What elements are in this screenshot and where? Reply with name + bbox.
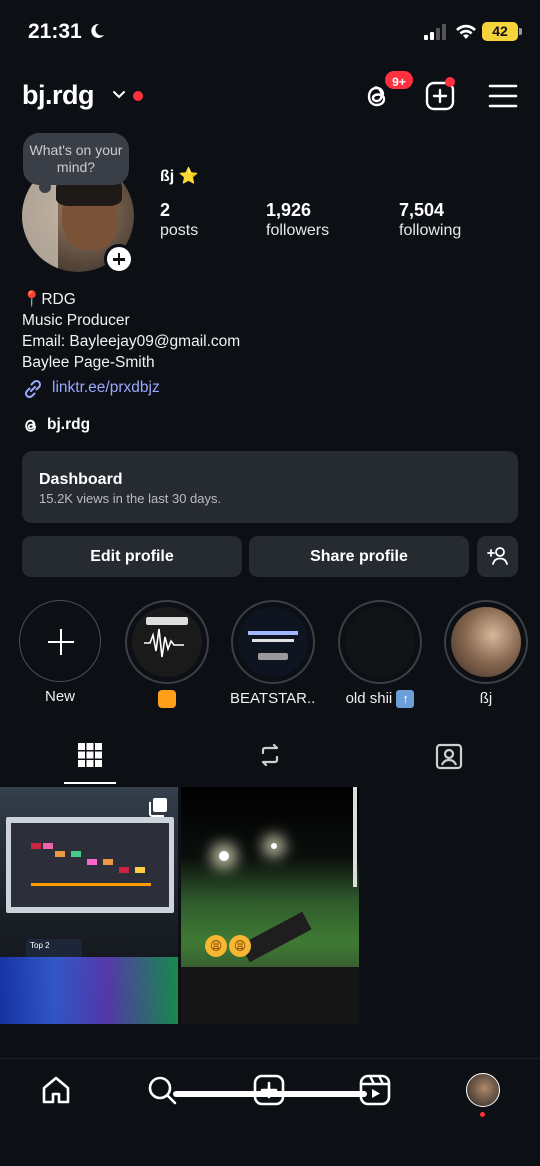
multiple-photos-icon [149, 798, 167, 817]
create-dot [445, 77, 455, 87]
bio-line-email: Email: Bayleejay09@gmail.com [22, 333, 241, 350]
notification-dot [133, 91, 143, 101]
up-arrow-emoji-icon: ↑ [396, 690, 415, 709]
keyboard-image [0, 957, 178, 1024]
chevron-down-icon[interactable] [112, 88, 126, 102]
star-emoji: ⭐ [178, 168, 199, 185]
highlight-item[interactable] [124, 600, 210, 709]
stat-posts[interactable]: 2 posts [160, 200, 198, 240]
orange-emoji-icon [158, 690, 176, 709]
highlight-item[interactable]: BEATSTAR... [230, 600, 316, 707]
stat-following[interactable]: 7,504 following [399, 200, 461, 240]
monitor-image [6, 817, 174, 913]
add-story-icon[interactable] [104, 244, 134, 274]
threads-handle[interactable]: bj.rdg [47, 416, 90, 434]
professional-dashboard[interactable]: Dashboard 15.2K views in the last 30 day… [22, 451, 518, 523]
discover-people-button[interactable] [477, 536, 518, 577]
link-icon [24, 379, 42, 399]
waveform-icon [144, 628, 184, 658]
tab-tagged[interactable] [360, 735, 540, 785]
create-post-icon[interactable] [252, 1073, 286, 1107]
post-thumbnail[interactable]: Top 2 [0, 787, 178, 1024]
bio-line: Music Producer [22, 312, 130, 329]
home-indicator [173, 1091, 367, 1097]
search-icon[interactable] [145, 1073, 179, 1107]
profile-tabs [0, 735, 540, 785]
repost-icon [261, 743, 279, 767]
tab-reposts[interactable] [180, 735, 360, 785]
emoji-sticker: 😫 [205, 935, 227, 957]
threads-icon [25, 419, 36, 432]
share-profile-button[interactable]: Share profile [249, 536, 469, 577]
battery-indicator: 42 [482, 22, 522, 41]
audio-badge: Top 2 [26, 939, 82, 959]
post-thumbnail[interactable]: 😫 😫 [181, 787, 359, 1024]
pin-icon: 📍 [22, 291, 42, 308]
dashboard-title: Dashboard [39, 471, 123, 488]
bio-line: Baylee Page-Smith [22, 354, 155, 371]
home-icon[interactable] [39, 1073, 73, 1107]
highlight-new[interactable]: New [17, 600, 103, 705]
tagged-icon [435, 743, 463, 770]
profile-tab-avatar[interactable] [466, 1073, 500, 1107]
highlight-item[interactable]: ßj [443, 600, 529, 707]
menu-icon[interactable] [488, 82, 518, 110]
link-text[interactable]: linktr.ee/prxdbjz [52, 379, 160, 397]
grid-icon [78, 743, 102, 767]
stat-followers[interactable]: 1,926 followers [266, 200, 329, 240]
status-time: 21:31 [28, 20, 82, 43]
emoji-sticker: 😫 [229, 935, 251, 957]
username-switcher[interactable]: bj.rdg [22, 80, 95, 111]
signal-icon [424, 24, 446, 40]
profile-tab-dot [480, 1112, 485, 1117]
status-bar: 21:31 42 [0, 0, 540, 64]
highlight-item[interactable]: old shii ↑ [337, 600, 423, 709]
edit-profile-button[interactable]: Edit profile [22, 536, 242, 577]
profile-header: bj.rdg 9+ [0, 69, 540, 122]
note-bubble[interactable]: What's on your mind? [23, 133, 129, 193]
reels-icon[interactable] [358, 1073, 392, 1107]
bottom-navigation [0, 1058, 540, 1166]
bio: 📍RDG Music Producer Email: Bayleejay09@g… [22, 289, 240, 373]
threads-badge: 9+ [383, 69, 415, 91]
moon-icon [91, 23, 104, 38]
dashboard-subtitle: 15.2K views in the last 30 days. [39, 491, 222, 506]
add-person-icon [486, 547, 508, 565]
tab-posts-grid[interactable] [0, 735, 180, 785]
display-name: ßj ⭐ [160, 168, 199, 185]
goal-post [353, 787, 357, 887]
bio-line-location: 📍RDG [22, 291, 76, 308]
wifi-icon [456, 24, 476, 39]
